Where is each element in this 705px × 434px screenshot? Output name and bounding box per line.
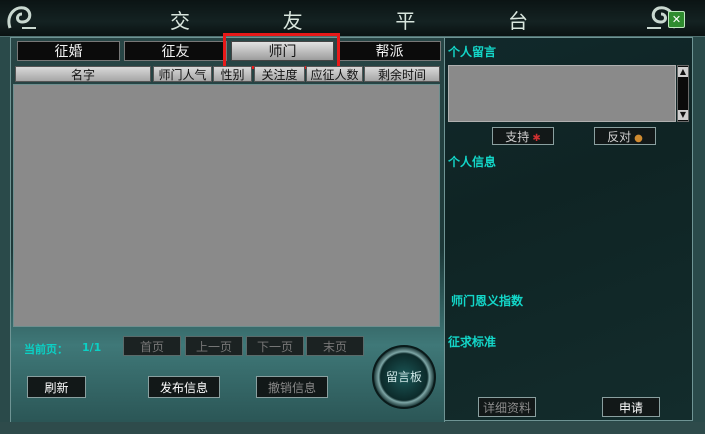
scroll-down-icon[interactable]: ▼: [678, 110, 688, 120]
support-label: 支持: [505, 130, 530, 144]
next-page-button[interactable]: 下一页: [246, 336, 304, 356]
prev-page-button[interactable]: 上一页: [185, 336, 243, 356]
message-board-label: 留言板: [385, 370, 422, 384]
column-header-attention[interactable]: 关注度: [254, 66, 305, 82]
details-button[interactable]: 详细资料: [478, 397, 536, 417]
window-title: 交 友 平 台: [170, 5, 530, 33]
bottom-border: [0, 422, 705, 434]
publish-button[interactable]: 发布信息: [148, 376, 220, 398]
listing-table[interactable]: [13, 84, 440, 327]
oppose-button[interactable]: 反对 ●: [594, 127, 656, 145]
column-header-gender[interactable]: 性别: [213, 66, 252, 82]
swirl-ornament-left-icon: [7, 6, 36, 29]
scroll-up-icon[interactable]: ▲: [678, 67, 688, 77]
personal-message-heading: 个人留言: [448, 45, 497, 59]
column-header-applicants[interactable]: 应征人数: [306, 66, 363, 82]
title-char: 友: [282, 9, 305, 33]
personal-message-box[interactable]: [448, 65, 676, 122]
support-icon: ✱: [532, 133, 541, 144]
column-header-time-left[interactable]: 剩余时间: [364, 66, 440, 82]
last-page-button[interactable]: 末页: [306, 336, 364, 356]
title-char: 交: [170, 9, 192, 33]
first-page-button[interactable]: 首页: [123, 336, 181, 356]
mentor-index-heading: 师门恩义指数: [451, 294, 524, 308]
personal-info-heading: 个人信息: [448, 155, 497, 169]
current-page-value: 1/1: [82, 341, 102, 354]
column-header-popularity[interactable]: 师门人气: [153, 66, 212, 82]
close-button[interactable]: ✕: [668, 11, 685, 28]
support-button[interactable]: 支持 ✱: [492, 127, 554, 145]
tab-friends[interactable]: 征友: [124, 41, 227, 61]
tab-marriage[interactable]: 征婚: [17, 41, 120, 61]
refresh-button[interactable]: 刷新: [27, 376, 86, 398]
title-char: 平: [395, 9, 418, 33]
title-char: 台: [507, 9, 530, 33]
message-scrollbar[interactable]: ▲ ▼: [677, 65, 689, 122]
oppose-label: 反对: [607, 130, 632, 144]
window-frame: 交 友 平 台 ✕ 征婚 征友 师门 帮派 名字 师门人气 性别 关注度 应征人…: [0, 0, 705, 434]
criteria-heading: 征求标准: [448, 335, 497, 349]
oppose-icon: ●: [634, 133, 643, 144]
selected-tab-highlight: [223, 33, 340, 69]
withdraw-button[interactable]: 撤销信息: [256, 376, 328, 398]
column-header-name[interactable]: 名字: [15, 66, 151, 82]
apply-button[interactable]: 申请: [602, 397, 660, 417]
title-bar: 交 友 平 台 ✕: [0, 0, 705, 37]
current-page-label: 当前页：: [24, 343, 68, 356]
tab-guild[interactable]: 帮派: [338, 41, 441, 61]
